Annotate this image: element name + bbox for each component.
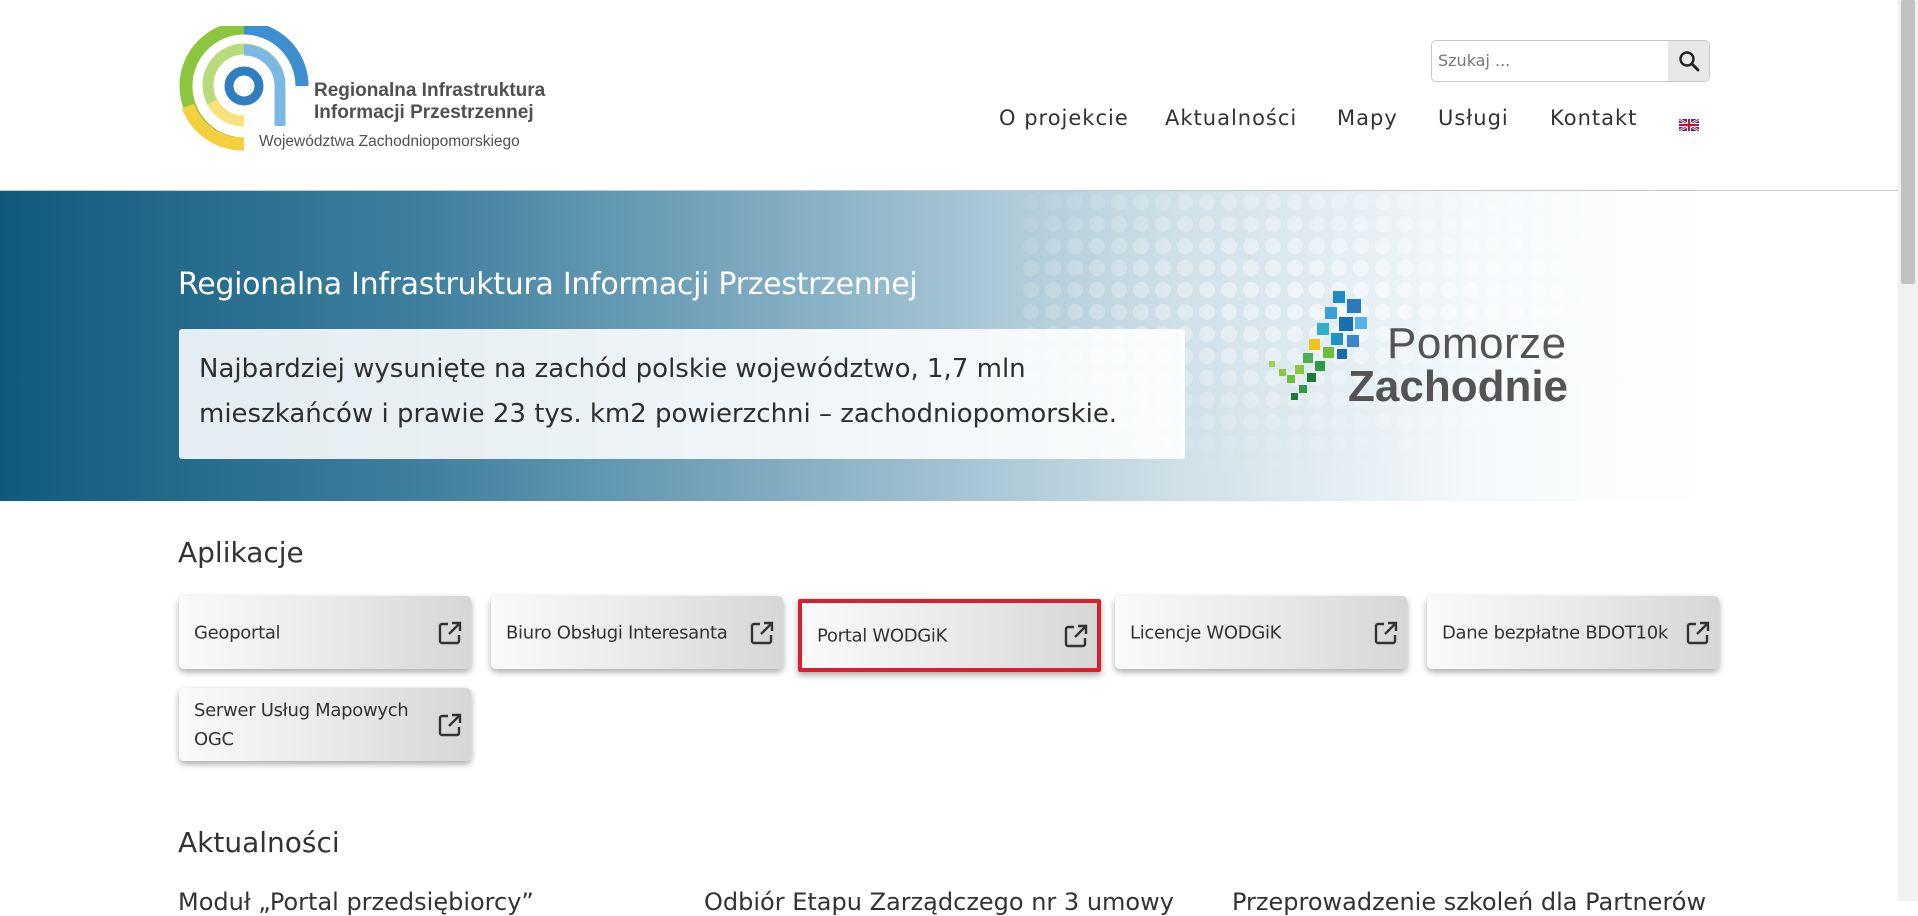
hero-description-box: Najbardziej wysunięte na zachód polskie …: [179, 329, 1185, 459]
nav-aktualnosci[interactable]: Aktualności: [1165, 106, 1297, 130]
external-link-icon: [438, 713, 462, 736]
pomorze-zachodnie-logo: Pomorze Zachodnie: [1255, 289, 1585, 419]
logo-title-line1: Regionalna Infrastruktura: [314, 80, 546, 101]
search-box: [1431, 40, 1710, 82]
app-button-label: Serwer Usług Mapowych OGC: [194, 699, 409, 750]
app-button-portal-wodgik[interactable]: Portal WODGiK: [798, 599, 1101, 672]
external-link-icon: [1064, 624, 1088, 647]
apps-section-title: Aplikacje: [178, 536, 304, 569]
logo-subtitle: Województwa Zachodniopomorskiego: [259, 133, 520, 150]
hero-title: Regionalna Infrastruktura Informacji Prz…: [178, 267, 918, 302]
app-button-label: Geoportal: [194, 622, 281, 643]
external-link-icon: [1686, 621, 1710, 644]
nav-uslugi[interactable]: Usługi: [1438, 106, 1509, 130]
app-button-label: Portal WODGiK: [817, 625, 948, 646]
external-link-icon: [438, 621, 462, 644]
nav-kontakt[interactable]: Kontakt: [1550, 106, 1637, 130]
news-item-title[interactable]: Odbiór Etapu Zarządczego nr 3 umowy: [704, 888, 1174, 916]
external-link-icon: [750, 621, 774, 644]
app-button-dane-bdot10k[interactable]: Dane bezpłatne BDOT10k: [1427, 596, 1719, 669]
hero-description: Najbardziej wysunięte na zachód polskie …: [199, 354, 1118, 429]
app-button-biuro-obslugi[interactable]: Biuro Obsługi Interesanta: [491, 596, 783, 669]
brand-word-zachodnie: Zachodnie: [1348, 362, 1569, 411]
news-item-title[interactable]: Moduł „Portal przedsiębiorcy”: [178, 888, 534, 916]
hero-banner: Regionalna Infrastruktura Informacji Prz…: [0, 191, 1898, 501]
scrollbar-thumb[interactable]: [1901, 0, 1915, 284]
nav-mapy[interactable]: Mapy: [1337, 106, 1398, 130]
app-button-geoportal[interactable]: Geoportal: [179, 596, 471, 669]
news-section-title: Aktualności: [178, 826, 340, 859]
site-logo[interactable]: Regionalna Infrastruktura Informacji Prz…: [178, 26, 558, 156]
search-button[interactable]: [1668, 41, 1709, 81]
app-button-label: Licencje WODGiK: [1130, 622, 1282, 643]
search-icon: [1678, 51, 1699, 72]
app-button-label: Dane bezpłatne BDOT10k: [1442, 622, 1668, 643]
language-english-flag-icon[interactable]: [1678, 116, 1700, 133]
app-button-serwer-ogc[interactable]: Serwer Usług Mapowych OGC: [179, 688, 471, 761]
logo-title-line2: Informacji Przestrzennej: [314, 102, 534, 123]
site-header: Regionalna Infrastruktura Informacji Prz…: [0, 0, 1898, 191]
app-button-label: Biuro Obsługi Interesanta: [506, 622, 728, 643]
search-input[interactable]: [1432, 41, 1672, 79]
page-scrollbar[interactable]: [1898, 0, 1918, 901]
news-item-title[interactable]: Przeprowadzenie szkoleń dla Partnerów: [1232, 888, 1706, 916]
nav-o-projekcie[interactable]: O projekcie: [999, 106, 1129, 130]
app-button-licencje-wodgik[interactable]: Licencje WODGiK: [1115, 596, 1407, 669]
external-link-icon: [1374, 621, 1398, 644]
